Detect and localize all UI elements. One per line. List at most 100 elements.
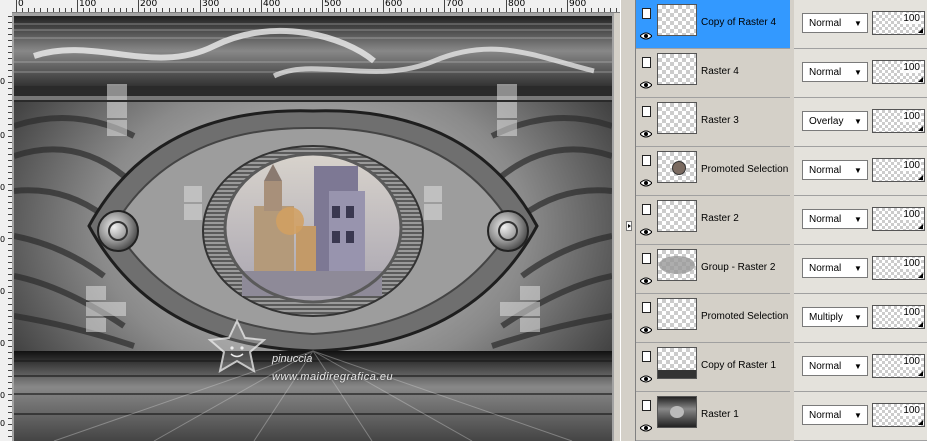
chevron-down-icon[interactable]: ▼ [850, 309, 866, 325]
blend-mode-dropdown[interactable]: Normal ▼ [802, 356, 868, 376]
chevron-down-icon[interactable]: ▼ [850, 260, 866, 276]
layer-name: Copy of Raster 4 [701, 17, 777, 28]
ruler-minor-tick [181, 8, 182, 12]
ruler-minor-tick [310, 8, 311, 12]
ruler-minor-tick [573, 8, 574, 12]
ruler-minor-tick [585, 8, 586, 12]
layer-controls [638, 202, 654, 240]
ruler-minor-tick [328, 8, 329, 12]
layer-info[interactable]: Promoted Selection [636, 147, 790, 196]
ruler-label: 300 [202, 0, 220, 9]
ruler-minor-tick [144, 8, 145, 12]
layer-row[interactable]: Raster 1 Normal ▼ 100 [636, 392, 927, 441]
layer-info[interactable]: Promoted Selection 1 [636, 294, 797, 343]
ruler-minor-tick [224, 8, 225, 12]
ruler-minor-tick [353, 8, 354, 12]
layer-row[interactable]: Copy of Raster 1 Normal ▼ 100 [636, 343, 927, 392]
chevron-down-icon[interactable]: ▼ [850, 407, 866, 423]
chevron-down-icon[interactable]: ▼ [850, 64, 866, 80]
document-icon[interactable] [642, 8, 651, 19]
chevron-down-icon[interactable]: ▼ [850, 113, 866, 129]
ruler-minor-tick [89, 8, 90, 12]
blend-mode-dropdown[interactable]: Normal ▼ [802, 13, 868, 33]
ruler-minor-tick [237, 8, 238, 12]
ruler-minor-tick [468, 8, 469, 12]
chevron-down-icon[interactable]: ▼ [850, 162, 866, 178]
eye-icon[interactable] [640, 277, 652, 285]
layer-info[interactable]: Raster 4 [636, 49, 790, 98]
ruler-major-tick [322, 0, 323, 12]
opacity-value: 100 [902, 258, 921, 269]
panel-divider[interactable] [620, 0, 636, 441]
opacity-field[interactable]: 100 [872, 158, 925, 182]
opacity-field[interactable]: 100 [872, 305, 925, 329]
ruler-label: 0 [0, 391, 6, 400]
eye-icon[interactable] [640, 375, 652, 383]
document-icon[interactable] [642, 253, 651, 264]
opacity-field[interactable]: 100 [872, 109, 925, 133]
layer-row[interactable]: Raster 3 Overlay ▼ 100 [636, 98, 927, 147]
eye-icon[interactable] [640, 326, 652, 334]
layer-info[interactable]: Raster 1 [636, 392, 790, 441]
ruler-minor-tick [150, 8, 151, 12]
layer-row[interactable]: Raster 4 Normal ▼ 100 [636, 49, 927, 98]
eye-icon[interactable] [640, 228, 652, 236]
layer-info[interactable]: Raster 3 [636, 98, 790, 147]
layer-row[interactable]: Group - Raster 2 Normal ▼ 100 [636, 245, 927, 294]
opacity-field[interactable]: 100 [872, 403, 925, 427]
resize-corner-icon [918, 371, 923, 376]
ruler-minor-tick [249, 8, 250, 12]
opacity-field[interactable]: 100 [872, 256, 925, 280]
ruler-minor-tick [169, 8, 170, 12]
blend-mode-dropdown[interactable]: Normal ▼ [802, 209, 868, 229]
layer-properties: Normal ▼ 100 [794, 0, 927, 49]
layer-info[interactable]: Copy of Raster 1 [636, 343, 790, 392]
eye-icon[interactable] [640, 81, 652, 89]
blend-mode-dropdown[interactable]: Multiply ▼ [802, 307, 868, 327]
layer-thumbnail [657, 4, 697, 36]
ruler-minor-tick [59, 8, 60, 12]
opacity-value: 100 [902, 111, 921, 122]
artwork-canvas[interactable]: pinuccia www.maidiregrafica.eu [14, 16, 612, 441]
blend-mode-value: Normal [809, 18, 842, 29]
chevron-down-icon[interactable]: ▼ [850, 15, 866, 31]
triangle-right-icon[interactable] [626, 221, 632, 231]
document-icon[interactable] [642, 57, 651, 68]
blend-mode-dropdown[interactable]: Normal ▼ [802, 258, 868, 278]
ruler-major-tick [261, 0, 262, 12]
layer-info[interactable]: Group - Raster 2 [636, 245, 790, 294]
ruler-minor-tick [65, 8, 66, 12]
layer-row[interactable]: Raster 2 Normal ▼ 100 [636, 196, 927, 245]
document-icon[interactable] [642, 106, 651, 117]
ruler-minor-tick [395, 8, 396, 12]
layer-info[interactable]: Raster 2 [636, 196, 790, 245]
eye-icon[interactable] [640, 130, 652, 138]
document-icon[interactable] [642, 351, 651, 362]
blend-mode-dropdown[interactable]: Overlay ▼ [802, 111, 868, 131]
eye-icon[interactable] [640, 179, 652, 187]
ruler-major-tick [506, 0, 507, 12]
chevron-down-icon[interactable]: ▼ [850, 211, 866, 227]
ruler-label: 0 [0, 339, 6, 348]
eye-icon[interactable] [640, 32, 652, 40]
document-icon[interactable] [642, 155, 651, 166]
opacity-value: 100 [902, 160, 921, 171]
document-icon[interactable] [642, 204, 651, 215]
ruler-minor-tick [487, 8, 488, 12]
layer-row[interactable]: Promoted Selection 1 Multiply ▼ 100 [636, 294, 927, 343]
opacity-field[interactable]: 100 [872, 354, 925, 378]
opacity-field[interactable]: 100 [872, 11, 925, 35]
chevron-down-icon[interactable]: ▼ [850, 358, 866, 374]
opacity-field[interactable]: 100 [872, 207, 925, 231]
layer-row[interactable]: Copy of Raster 4 Normal ▼ 100 [636, 0, 927, 49]
blend-mode-dropdown[interactable]: Normal ▼ [802, 405, 868, 425]
layer-info[interactable]: Copy of Raster 4 [636, 0, 790, 49]
layer-row[interactable]: Promoted Selection Normal ▼ 100 [636, 147, 927, 196]
document-icon[interactable] [642, 400, 651, 411]
opacity-field[interactable]: 100 [872, 60, 925, 84]
document-icon[interactable] [642, 302, 651, 313]
opacity-value: 100 [902, 307, 921, 318]
blend-mode-dropdown[interactable]: Normal ▼ [802, 62, 868, 82]
blend-mode-dropdown[interactable]: Normal ▼ [802, 160, 868, 180]
eye-icon[interactable] [640, 424, 652, 432]
